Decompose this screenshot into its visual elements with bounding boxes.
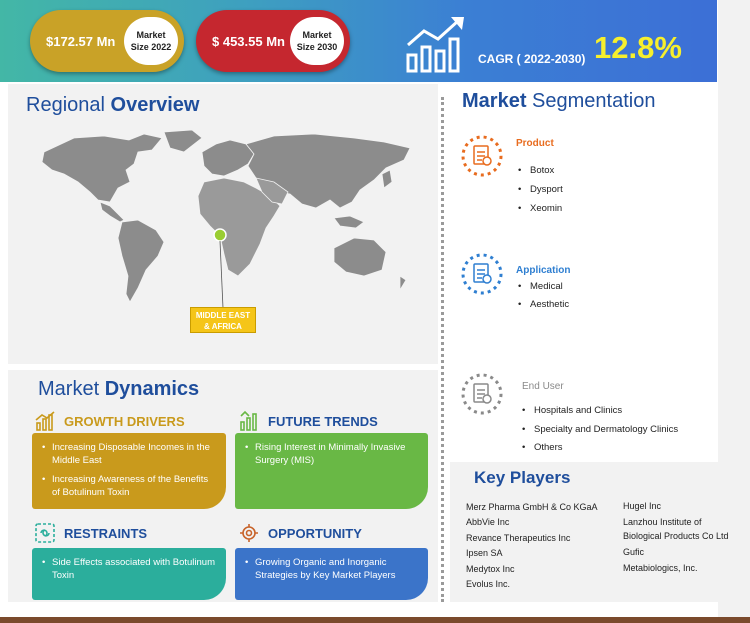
opportunity-label: OPPORTUNITY	[268, 525, 362, 541]
key-player-item: Medytox Inc	[466, 563, 515, 574]
japan-shape	[381, 169, 393, 189]
product-list: Botox Dysport Xeomin	[518, 161, 563, 218]
key-player-item: Hugel Inc	[623, 501, 662, 511]
key-players-column2: Hugel Inc Lanzhou Institute of Biologica…	[623, 499, 729, 575]
region-label-box: MIDDLE EAST & AFRICA	[190, 307, 256, 333]
opportunity-heading: OPPORTUNITY	[238, 522, 362, 544]
key-players-title: Key Players	[474, 468, 571, 487]
future-trends-label: FUTURE TRENDS	[268, 413, 378, 429]
market-size-2022-value: $172.57 Mn	[46, 34, 116, 49]
region-marker	[213, 228, 227, 242]
badge-line1: Market	[302, 30, 332, 40]
title-part2: Segmentation	[532, 90, 656, 112]
key-players-column1: Merz Pharma GmbH & Co KGaA AbbVie Inc Re…	[466, 500, 598, 592]
key-player-item: Merz Pharma GmbH & Co KGaA	[466, 502, 598, 512]
region-label-line2: & AFRICA	[204, 322, 242, 331]
opportunity-box: Growing Organic and Inorganic Strategies…	[235, 548, 428, 600]
end-user-icon	[461, 373, 503, 415]
key-player-item: Lanzhou Institute of	[623, 517, 702, 527]
target-gear-icon	[240, 524, 258, 542]
future-trends-heading: FUTURE TRENDS	[238, 410, 378, 432]
market-size-2030-badge: Market Size 2030	[290, 17, 344, 65]
key-player-item: Revance Therapeutics Inc	[466, 532, 571, 543]
region-leader-line	[219, 240, 224, 309]
growth-driver-item: Increasing Awareness of the Benefits of …	[40, 473, 218, 499]
growth-drivers-heading: GROWTH DRIVERS	[34, 410, 185, 432]
central-america-shape	[99, 201, 125, 223]
title-part2: Overview	[110, 94, 200, 116]
opportunity-item: Growing Organic and Inorganic Strategies…	[243, 556, 420, 582]
growth-drivers-label: GROWTH DRIVERS	[64, 413, 185, 429]
bar-chart-icon	[35, 411, 55, 431]
future-trend-item: Rising Interest in Minimally Invasive Su…	[243, 441, 420, 467]
market-size-2022-pill: $172.57 Mn Market Size 2022	[30, 10, 184, 72]
trend-icon	[240, 410, 257, 431]
restraint-item: Side Effects associated with Botulinum T…	[40, 556, 218, 582]
restraint-icon	[35, 523, 55, 543]
restraints-box: Side Effects associated with Botulinum T…	[32, 548, 226, 600]
market-size-2030-value: $ 453.55 Mn	[212, 34, 285, 49]
product-label: Product	[516, 138, 554, 149]
product-item: Xeomin	[518, 199, 563, 218]
key-player-item: Metabiologics, Inc.	[623, 563, 698, 573]
application-list: Medical Aesthetic	[518, 278, 569, 314]
se-asia-shape	[333, 215, 365, 229]
world-map	[41, 130, 411, 309]
application-item: Aesthetic	[518, 296, 569, 314]
south-america-shape	[117, 219, 165, 303]
bottom-rule	[0, 617, 750, 623]
north-america-shape	[41, 133, 163, 203]
growth-drivers-box: Increasing Disposable Incomes in the Mid…	[32, 433, 226, 509]
badge-line1: Market	[136, 30, 166, 40]
restraints-heading: RESTRAINTS	[34, 522, 147, 544]
key-player-item: Biological Products Co Ltd	[623, 531, 729, 541]
end-user-list: Hospitals and Clinics Specialty and Derm…	[522, 402, 678, 458]
title-part1: Regional	[26, 94, 111, 116]
badge-line2: Size 2022	[130, 42, 172, 52]
application-label: Application	[516, 265, 571, 276]
future-trends-box: Rising Interest in Minimally Invasive Su…	[235, 433, 428, 509]
end-user-label: End User	[522, 381, 564, 392]
key-player-item: AbbVie Inc	[466, 517, 510, 528]
badge-line2: Size 2030	[296, 42, 338, 52]
greenland-shape	[163, 130, 203, 153]
product-item: Dysport	[518, 180, 563, 199]
europe-shape	[201, 139, 255, 177]
region-label-line1: MIDDLE EAST	[195, 311, 251, 320]
application-item: Medical	[518, 278, 569, 296]
cagr-label: CAGR ( 2022-2030)	[478, 52, 586, 66]
vertical-divider	[441, 97, 444, 602]
title-part1: Market	[38, 378, 105, 400]
key-player-item: Evolus Inc.	[466, 579, 511, 590]
product-icon	[461, 135, 503, 177]
growth-chart-icon	[406, 17, 464, 73]
title-part2: Dynamics	[104, 378, 200, 400]
market-dynamics-title: Market Dynamics	[38, 378, 199, 401]
application-icon	[461, 253, 503, 295]
title-part1: Market	[462, 90, 533, 112]
end-user-item: Hospitals and Clinics	[522, 402, 678, 421]
new-zealand-shape	[399, 275, 407, 292]
key-player-item: Ipsen SA	[466, 548, 503, 559]
growth-driver-item: Increasing Disposable Incomes in the Mid…	[40, 441, 218, 467]
header-banner: $172.57 Mn Market Size 2022 $ 453.55 Mn …	[0, 0, 717, 82]
cagr-value: 12.8%	[594, 30, 682, 65]
end-user-item: Specialty and Dermatology Clinics	[522, 421, 678, 440]
market-segmentation-title: Market Segmentation	[462, 90, 655, 113]
market-size-2030-pill: $ 453.55 Mn Market Size 2030	[196, 10, 350, 72]
market-size-2022-badge: Market Size 2022	[124, 17, 178, 65]
key-player-item: Gufic	[623, 547, 645, 557]
end-user-item: Others	[522, 439, 678, 458]
product-item: Botox	[518, 161, 563, 180]
australia-shape	[333, 237, 387, 277]
regional-overview-title: Regional Overview	[26, 94, 199, 117]
restraints-label: RESTRAINTS	[64, 525, 148, 541]
